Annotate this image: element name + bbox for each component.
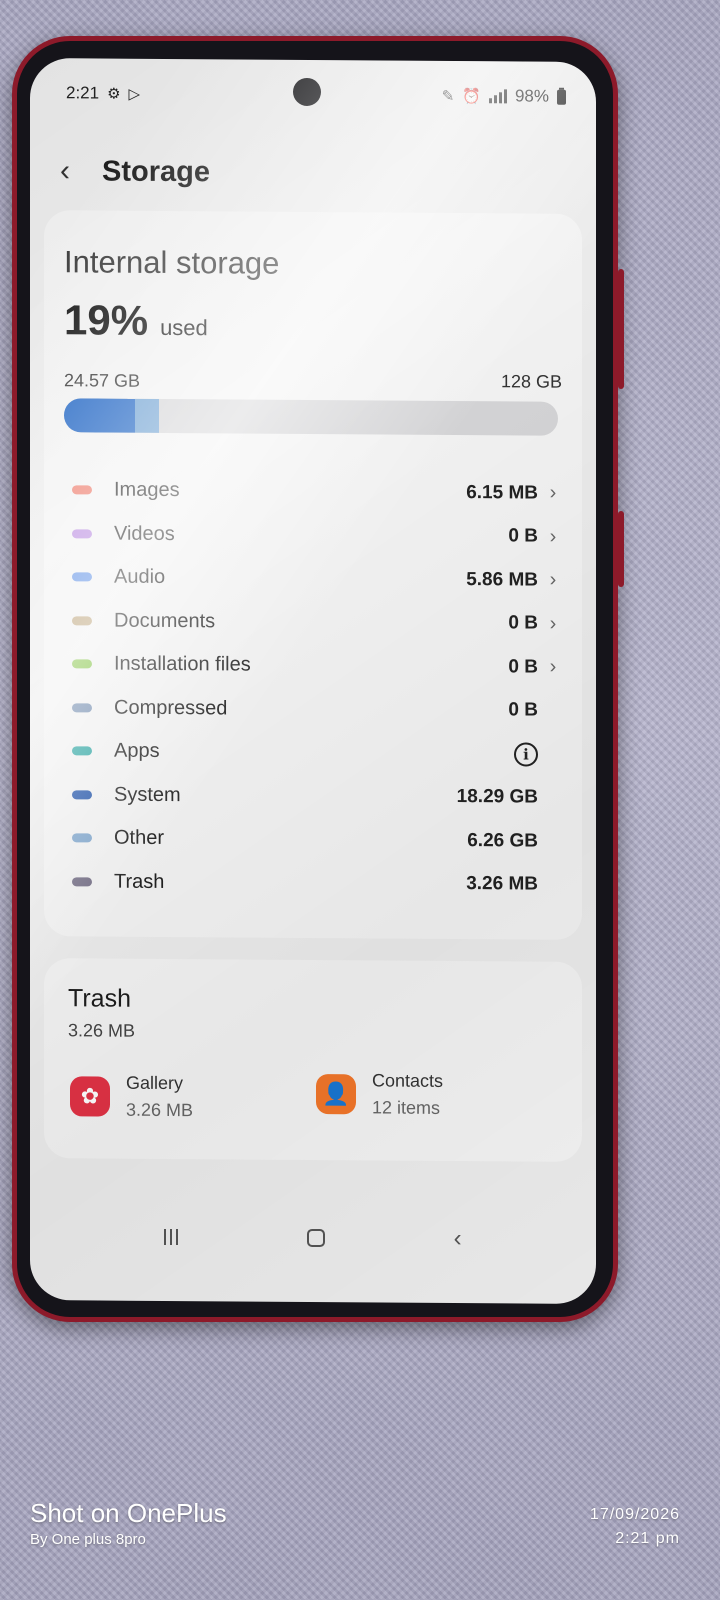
category-color-dot <box>72 746 92 756</box>
watermark-subtitle: By One plus 8pro <box>30 1531 146 1548</box>
category-row-installation-files[interactable]: Installation files 0 B › <box>64 642 556 689</box>
pen-icon: ✎ <box>441 87 455 105</box>
chevron-right-icon[interactable]: › <box>546 482 560 505</box>
navigation-bar: ‹ <box>30 1216 596 1260</box>
total-size: 128 GB <box>500 371 562 392</box>
back-icon[interactable]: ‹ <box>454 1225 462 1253</box>
category-row-images[interactable]: Images 6.15 MB › <box>64 468 556 515</box>
category-row-compressed: Compressed 0 B <box>64 686 538 733</box>
category-color-dot <box>72 616 92 626</box>
category-color-dot <box>72 659 92 669</box>
category-color-dot <box>72 790 92 800</box>
trash-title[interactable]: Trash <box>68 984 131 1013</box>
category-label: Documents <box>114 609 216 633</box>
category-row-audio[interactable]: Audio 5.86 MB › <box>64 555 556 602</box>
photo-watermark-brand: Shot on OnePlus By One plus 8pro <box>30 1498 227 1548</box>
category-label: Other <box>114 826 165 850</box>
chevron-right-icon[interactable]: › <box>546 612 560 635</box>
trash-contacts-item[interactable]: 👤 Contacts 12 items <box>316 1070 443 1119</box>
chevron-right-icon[interactable]: › <box>546 656 560 679</box>
category-label: Installation files <box>114 652 251 676</box>
contacts-detail: 12 items <box>372 1097 441 1118</box>
used-size: 24.57 GB <box>64 370 141 391</box>
category-color-dot <box>72 572 92 582</box>
gallery-icon: ✿ <box>70 1076 110 1117</box>
category-value: 18.29 GB <box>456 786 538 808</box>
category-label: Compressed <box>114 696 228 720</box>
usage-used-word: used <box>160 314 208 341</box>
category-row-apps: Apps i <box>64 729 538 776</box>
trash-gallery-item[interactable]: ✿ Gallery 3.26 MB <box>70 1072 193 1121</box>
usage-percent: 19% <box>64 296 149 344</box>
category-color-dot <box>72 529 92 539</box>
category-value: 0 B <box>508 525 538 547</box>
category-row-system: System 18.29 GB <box>64 773 538 820</box>
watermark-title: Shot on OnePlus <box>30 1498 227 1528</box>
usage-bar-segment-other <box>134 398 159 433</box>
watermark-time: 2:21 pm <box>615 1530 680 1547</box>
trash-size: 3.26 MB <box>68 1020 136 1041</box>
usage-bar-segment-system <box>64 398 135 433</box>
volume-button <box>618 269 624 389</box>
recents-icon[interactable] <box>164 1228 179 1246</box>
alarm-icon: ⏰ <box>462 88 481 106</box>
chevron-left-icon[interactable]: ‹ <box>60 154 80 188</box>
chevron-right-icon[interactable]: › <box>546 569 560 592</box>
gallery-detail: 3.26 MB <box>126 1099 194 1121</box>
signal-icon <box>488 89 507 104</box>
app-header: ‹ Storage <box>60 154 210 189</box>
category-color-dot <box>72 485 92 495</box>
status-time: 2:21 <box>66 83 100 103</box>
category-row-videos[interactable]: Videos 0 B › <box>64 512 556 559</box>
category-value: 6.15 MB <box>466 481 538 504</box>
status-bar: 2:21 ⚙ ▷ ✎ ⏰ 98% <box>66 82 566 107</box>
category-label: Videos <box>114 522 175 545</box>
category-label: Apps <box>114 739 160 763</box>
category-color-dot <box>72 877 92 887</box>
power-button <box>618 511 624 587</box>
info-icon[interactable]: i <box>514 742 538 767</box>
photo-watermark-timestamp: 17/09/2026 2:21 pm <box>590 1506 680 1548</box>
phone-screen: 2:21 ⚙ ▷ ✎ ⏰ 98% ‹ Storage Internal stor… <box>30 58 596 1304</box>
internal-storage-label: Internal storage <box>64 244 280 281</box>
internal-storage-card: Internal storage 19% used 24.57 GB 128 G… <box>44 210 582 940</box>
contacts-name: Contacts <box>372 1070 444 1091</box>
contacts-icon: 👤 <box>316 1074 356 1115</box>
category-value: 6.26 GB <box>467 829 538 852</box>
play-store-icon: ▷ <box>128 85 141 103</box>
category-value: 0 B <box>508 656 538 678</box>
category-color-dot <box>72 833 92 843</box>
storage-usage-bar <box>64 398 558 436</box>
chevron-right-icon[interactable]: › <box>546 525 560 548</box>
category-row-trash: Trash 3.26 MB <box>64 860 538 907</box>
battery-icon <box>557 89 566 105</box>
category-value: 0 B <box>508 699 538 721</box>
category-list: Images 6.15 MB › Videos 0 B › Audio 5.86 MB › Doc… <box>64 468 556 907</box>
usage-summary: 19% used <box>64 296 208 345</box>
category-row-other: Other 6.26 GB <box>64 816 538 863</box>
category-color-dot <box>72 703 92 713</box>
category-label: Trash <box>114 870 165 893</box>
home-icon[interactable] <box>306 1228 325 1248</box>
category-label: Images <box>114 478 180 502</box>
category-value: 0 B <box>508 612 538 634</box>
watermark-date: 17/09/2026 <box>589 1506 680 1523</box>
page-title: Storage <box>102 155 210 188</box>
category-value: 5.86 MB <box>466 568 538 591</box>
gallery-name: Gallery <box>126 1072 184 1094</box>
gear-icon: ⚙ <box>107 85 121 103</box>
category-row-documents[interactable]: Documents 0 B › <box>64 599 556 646</box>
battery-percent: 98% <box>514 86 549 106</box>
category-label: System <box>114 783 181 806</box>
category-label: Audio <box>114 565 166 589</box>
category-value: 3.26 MB <box>466 873 538 895</box>
